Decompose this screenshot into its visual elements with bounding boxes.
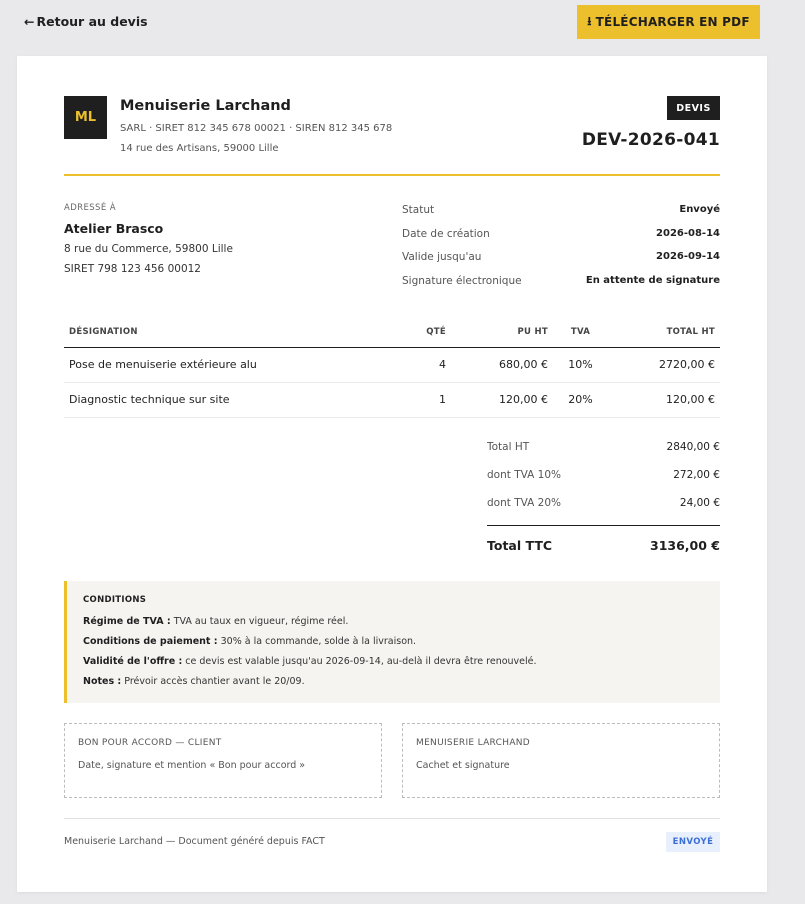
cell-unit-price: 680,00 € xyxy=(451,347,553,383)
client-address: 8 rue du Commerce, 59800 Lille xyxy=(64,243,233,255)
document-type-badge: DEVIS xyxy=(667,96,720,120)
condition-label: Conditions de paiement : xyxy=(83,636,218,647)
download-pdf-button[interactable]: ⭳ TÉLÉCHARGER EN PDF xyxy=(577,5,760,39)
client-siret: SIRET 798 123 456 00012 xyxy=(64,263,201,275)
total-ht-label: Total HT xyxy=(487,441,530,453)
total-ttc-label: Total TTC xyxy=(487,538,553,553)
meta-value: En attente de signature xyxy=(585,275,720,286)
cell-total: 2720,00 € xyxy=(608,347,720,383)
items-table: DÉSIGNATION QTÉ PU HT TVA TOTAL HT Pose … xyxy=(64,318,720,418)
condition-text: Prévoir accès chantier avant le 20/09. xyxy=(121,676,305,687)
cell-tva: 20% xyxy=(553,382,608,418)
cell-tva: 10% xyxy=(553,347,608,383)
table-row: Diagnostic technique sur site 1 120,00 €… xyxy=(64,382,720,418)
footer-divider xyxy=(64,818,720,819)
tva10-value: 272,00 € xyxy=(673,469,720,481)
tva20-row: dont TVA 20% 24,00 € xyxy=(487,491,720,519)
status-badge: ENVOYÉ xyxy=(666,832,720,852)
cell-qty: 4 xyxy=(394,347,451,383)
top-bar: ← Retour au devis ⭳ TÉLÉCHARGER EN PDF xyxy=(0,0,805,56)
company-legal-info: SARL · SIRET 812 345 678 00021 · SIREN 8… xyxy=(120,123,393,134)
client-signature-text: Date, signature et mention « Bon pour ac… xyxy=(78,760,306,771)
condition-notes: Notes : Prévoir accès chantier avant le … xyxy=(83,672,704,692)
download-pdf-label: TÉLÉCHARGER EN PDF xyxy=(595,15,750,29)
document-number: DEV-2026-041 xyxy=(581,130,720,150)
meta-value: Envoyé xyxy=(679,204,720,215)
condition-text: 30% à la commande, solde à la livraison. xyxy=(217,636,417,647)
client-signature-box: BON POUR ACCORD — CLIENT Date, signature… xyxy=(64,723,382,798)
table-row: Pose de menuiserie extérieure alu 4 680,… xyxy=(64,347,720,383)
meta-key: Signature électronique xyxy=(402,275,522,287)
company-address: 14 rue des Artisans, 59000 Lille xyxy=(120,143,279,154)
back-link-label: Retour au devis xyxy=(36,14,148,29)
header-qty: QTÉ xyxy=(394,318,451,348)
condition-payment: Conditions de paiement : 30% à la comman… xyxy=(83,632,704,652)
quote-document: ML Menuiserie Larchand SARL · SIRET 812 … xyxy=(17,56,767,892)
download-icon: ⭳ xyxy=(587,13,592,28)
table-header-row: DÉSIGNATION QTÉ PU HT TVA TOTAL HT xyxy=(64,318,720,348)
company-logo: ML xyxy=(64,96,107,139)
header-tva: TVA xyxy=(553,318,608,348)
client-name: Atelier Brasco xyxy=(64,221,164,236)
conditions-box: CONDITIONS Régime de TVA : TVA au taux e… xyxy=(64,581,720,703)
cell-unit-price: 120,00 € xyxy=(451,382,553,418)
conditions-title: CONDITIONS xyxy=(83,595,147,605)
condition-vat-regime: Régime de TVA : TVA au taux en vigueur, … xyxy=(83,612,704,632)
condition-label: Notes : xyxy=(83,676,122,687)
meta-value: 2026-09-14 xyxy=(656,251,720,262)
company-signature-text: Cachet et signature xyxy=(416,760,510,771)
header-unit-price: PU HT xyxy=(451,318,553,348)
tva10-label: dont TVA 10% xyxy=(487,469,561,481)
cell-designation: Pose de menuiserie extérieure alu xyxy=(64,347,394,383)
meta-key: Statut xyxy=(402,204,435,216)
company-signature-box: MENUISERIE LARCHAND Cachet et signature xyxy=(402,723,720,798)
tva20-value: 24,00 € xyxy=(679,497,720,509)
meta-key: Valide jusqu'au xyxy=(402,251,482,263)
tva10-row: dont TVA 10% 272,00 € xyxy=(487,463,720,491)
addressed-to-label: ADRESSÉ À xyxy=(64,203,116,213)
condition-validity: Validité de l'offre : ce devis est valab… xyxy=(83,652,704,672)
cell-total: 120,00 € xyxy=(608,382,720,418)
condition-label: Validité de l'offre : xyxy=(83,656,183,667)
total-ttc-value: 3136,00 € xyxy=(650,538,720,553)
meta-value: 2026-08-14 xyxy=(656,228,720,239)
company-name: Menuiserie Larchand xyxy=(120,98,291,114)
tva20-label: dont TVA 20% xyxy=(487,497,561,509)
condition-label: Régime de TVA : xyxy=(83,616,171,627)
header-total: TOTAL HT xyxy=(608,318,720,348)
company-signature-title: MENUISERIE LARCHAND xyxy=(416,738,531,748)
header-designation: DÉSIGNATION xyxy=(64,318,394,348)
total-ht-value: 2840,00 € xyxy=(666,441,720,453)
arrow-left-icon: ← xyxy=(24,14,35,29)
totals-block: Total HT 2840,00 € dont TVA 10% 272,00 €… xyxy=(487,435,720,560)
total-ht-row: Total HT 2840,00 € xyxy=(487,435,720,463)
client-signature-title: BON POUR ACCORD — CLIENT xyxy=(78,738,222,748)
header-divider xyxy=(64,174,720,176)
condition-text: TVA au taux en vigueur, régime réel. xyxy=(170,616,349,627)
cell-designation: Diagnostic technique sur site xyxy=(64,382,394,418)
back-to-quote-link[interactable]: ← Retour au devis xyxy=(24,14,148,29)
cell-qty: 1 xyxy=(394,382,451,418)
meta-key: Date de création xyxy=(402,228,490,240)
total-ttc-row: Total TTC 3136,00 € xyxy=(487,526,720,560)
footer-text: Menuiserie Larchand — Document généré de… xyxy=(64,836,325,847)
condition-text: ce devis est valable jusqu'au 2026-09-14… xyxy=(182,656,537,667)
